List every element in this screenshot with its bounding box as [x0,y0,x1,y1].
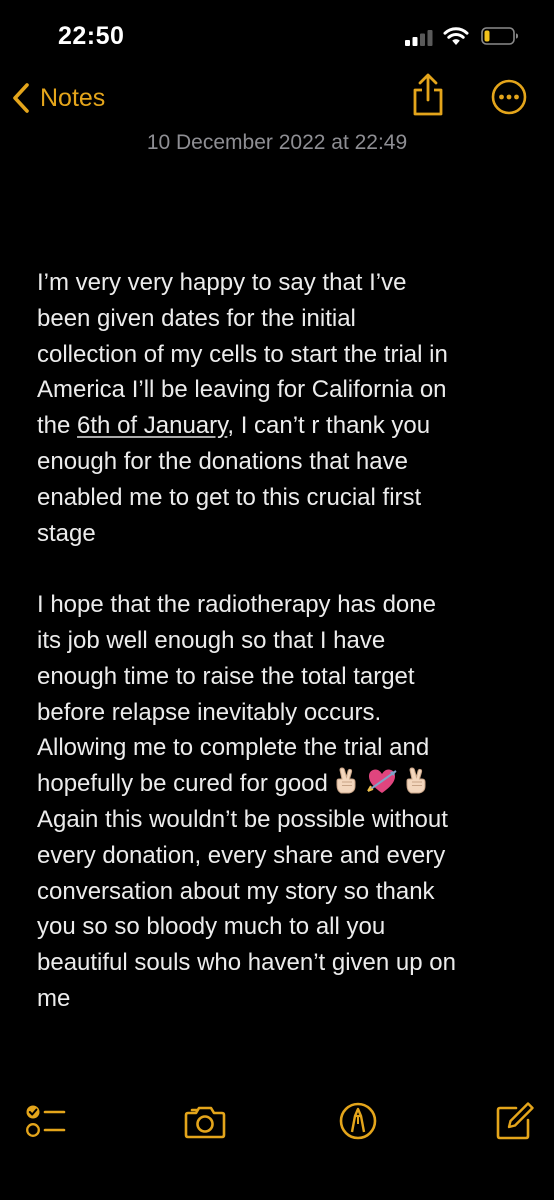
chevron-left-icon [13,83,29,113]
checklist-icon[interactable] [24,1101,66,1141]
back-button-label: Notes [40,83,106,112]
cellular-signal-icon [405,30,433,46]
note-line: I’m very very happy to say that I’ve [37,269,407,296]
note-line: you so so bloody much to all you [37,913,386,941]
note-body[interactable]: I’m very very happy to say that I’ve bee… [37,265,527,1017]
note-line: collection of my cells to start the tria… [37,340,448,368]
crossed-fingers-icon [336,767,356,794]
note-line: before relapse inevitably occurs. [37,698,382,726]
note-line: Allowing me to complete the trial and [37,734,430,762]
date-link[interactable]: 6th of January [77,412,227,439]
note-line: its job well enough so that I have [37,626,386,654]
note-line: every donation, every share and every [37,841,446,869]
status-bar: 22:50 [0,0,554,72]
note-line: enough time to raise the total target [37,662,415,690]
note-timestamp: 10 December 2022 at 22:49 [146,131,408,154]
note-line: Again this wouldn’t be possible without [37,805,448,833]
note-line: enabled me to get to this crucial first [37,483,422,511]
note-line: beautiful souls who haven’t given up on [37,949,456,977]
crossed-fingers-icon [406,767,426,794]
note-line: I hope that the radiotherapy has done [37,591,436,619]
note-text: hopefully be cured for good [37,770,328,798]
note-line: stage [37,519,96,547]
note-line: America I’ll be leaving for California o… [37,376,447,404]
note-line: the 6th of January, I can’t r thank you [37,408,527,444]
camera-icon[interactable] [183,1101,227,1141]
note-text: the [37,412,78,440]
status-time: 22:50 [58,22,125,50]
note-line: hopefully be cured for good [37,766,527,802]
compose-icon[interactable] [494,1101,536,1141]
note-line: me [37,984,71,1012]
note-text: , I can’t r thank you [227,412,431,440]
more-options-icon[interactable] [491,79,527,115]
share-icon[interactable] [410,72,446,118]
note-line: been given dates for the initial [37,304,356,332]
wifi-icon [443,27,469,45]
battery-low-icon [481,27,518,45]
note-line: enough for the donations that have [37,447,408,475]
back-button[interactable]: Notes [10,80,105,116]
heart-with-arrow-icon [367,769,397,794]
note-line: conversation about my story so thank [37,877,435,905]
markup-pen-icon[interactable] [337,1101,379,1141]
